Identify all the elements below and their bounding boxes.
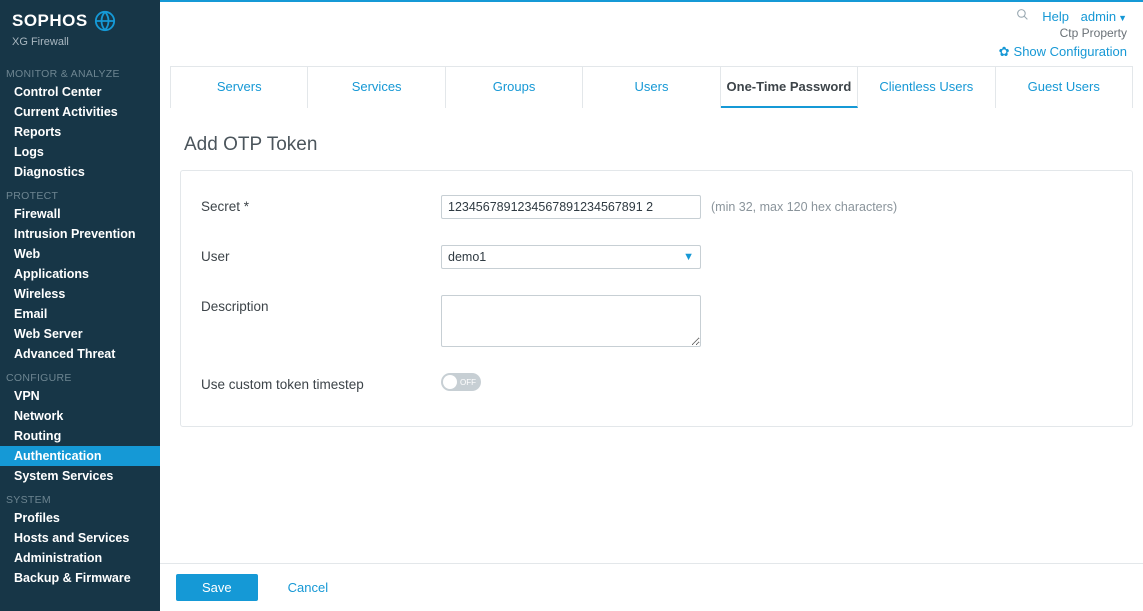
nav-item[interactable]: Diagnostics (0, 162, 160, 182)
save-button[interactable]: Save (176, 574, 258, 601)
form-card: Secret * (min 32, max 120 hex characters… (180, 170, 1133, 427)
tab[interactable]: Groups (446, 67, 583, 108)
nav-item[interactable]: Web Server (0, 324, 160, 344)
footer: Save Cancel (160, 563, 1143, 611)
brand-logo: SOPHOS (0, 0, 160, 36)
tab[interactable]: Users (583, 67, 720, 108)
nav-item[interactable]: Logs (0, 142, 160, 162)
main-area: Help admin▼ Ctp Property ✿Show Configura… (160, 0, 1143, 611)
nav-section-title: CONFIGURE (0, 364, 160, 386)
nav-item[interactable]: Administration (0, 548, 160, 568)
nav-section-title: MONITOR & ANALYZE (0, 60, 160, 82)
nav-item[interactable]: Firewall (0, 204, 160, 224)
description-input[interactable] (441, 295, 701, 347)
nav-section-title: PROTECT (0, 182, 160, 204)
nav-item[interactable]: Wireless (0, 284, 160, 304)
page-body: Add OTP Token Secret * (min 32, max 120 … (160, 108, 1143, 563)
nav-item[interactable]: Web (0, 244, 160, 264)
user-select[interactable]: demo1 ▼ (441, 245, 701, 269)
toggle-knob (443, 375, 457, 389)
nav-item[interactable]: Backup & Firmware (0, 568, 160, 588)
tab[interactable]: Clientless Users (858, 67, 995, 108)
nav-item[interactable]: Intrusion Prevention (0, 224, 160, 244)
nav-item[interactable]: Profiles (0, 508, 160, 528)
admin-menu[interactable]: admin▼ (1081, 9, 1127, 24)
user-select-value: demo1 (448, 250, 486, 264)
cancel-link[interactable]: Cancel (288, 580, 328, 595)
tab-bar: ServersServicesGroupsUsersOne-Time Passw… (170, 66, 1133, 108)
nav: MONITOR & ANALYZEControl CenterCurrent A… (0, 60, 160, 588)
nav-item[interactable]: System Services (0, 466, 160, 486)
sidebar: SOPHOS XG Firewall MONITOR & ANALYZECont… (0, 0, 160, 611)
brand-sub: XG Firewall (0, 36, 160, 60)
secret-hint: (min 32, max 120 hex characters) (711, 200, 897, 214)
gear-icon: ✿ (999, 44, 1010, 59)
nav-item[interactable]: Control Center (0, 82, 160, 102)
nav-item[interactable]: Reports (0, 122, 160, 142)
description-label: Description (201, 295, 441, 314)
user-label: User (201, 245, 441, 264)
admin-label: admin (1081, 9, 1116, 24)
timestep-label: Use custom token timestep (201, 373, 441, 392)
tenant-name: Ctp Property (160, 26, 1143, 44)
secret-input[interactable] (441, 195, 701, 219)
tab[interactable]: Guest Users (996, 67, 1132, 108)
help-link[interactable]: Help (1042, 9, 1069, 24)
topbar: Help admin▼ (160, 2, 1143, 26)
nav-item[interactable]: Advanced Threat (0, 344, 160, 364)
show-configuration-label: Show Configuration (1014, 44, 1127, 59)
brand-name: SOPHOS (12, 11, 88, 31)
nav-section-title: SYSTEM (0, 486, 160, 508)
chevron-down-icon: ▼ (1118, 13, 1127, 23)
tab[interactable]: Services (308, 67, 445, 108)
nav-item[interactable]: Current Activities (0, 102, 160, 122)
secret-label: Secret * (201, 195, 441, 214)
nav-item[interactable]: Applications (0, 264, 160, 284)
sophos-globe-icon (94, 10, 116, 32)
toggle-state: OFF (460, 378, 476, 387)
nav-item[interactable]: VPN (0, 386, 160, 406)
nav-item[interactable]: Routing (0, 426, 160, 446)
timestep-toggle[interactable]: OFF (441, 373, 481, 391)
tab[interactable]: Servers (171, 67, 308, 108)
nav-item[interactable]: Hosts and Services (0, 528, 160, 548)
chevron-down-icon: ▼ (683, 251, 694, 263)
nav-item[interactable]: Email (0, 304, 160, 324)
page-title: Add OTP Token (184, 134, 1133, 156)
search-icon[interactable] (1016, 9, 1033, 24)
nav-item[interactable]: Network (0, 406, 160, 426)
nav-item[interactable]: Authentication (0, 446, 160, 466)
tab[interactable]: One-Time Password (721, 67, 858, 108)
show-configuration-link[interactable]: ✿ Show Configuration (160, 44, 1143, 66)
